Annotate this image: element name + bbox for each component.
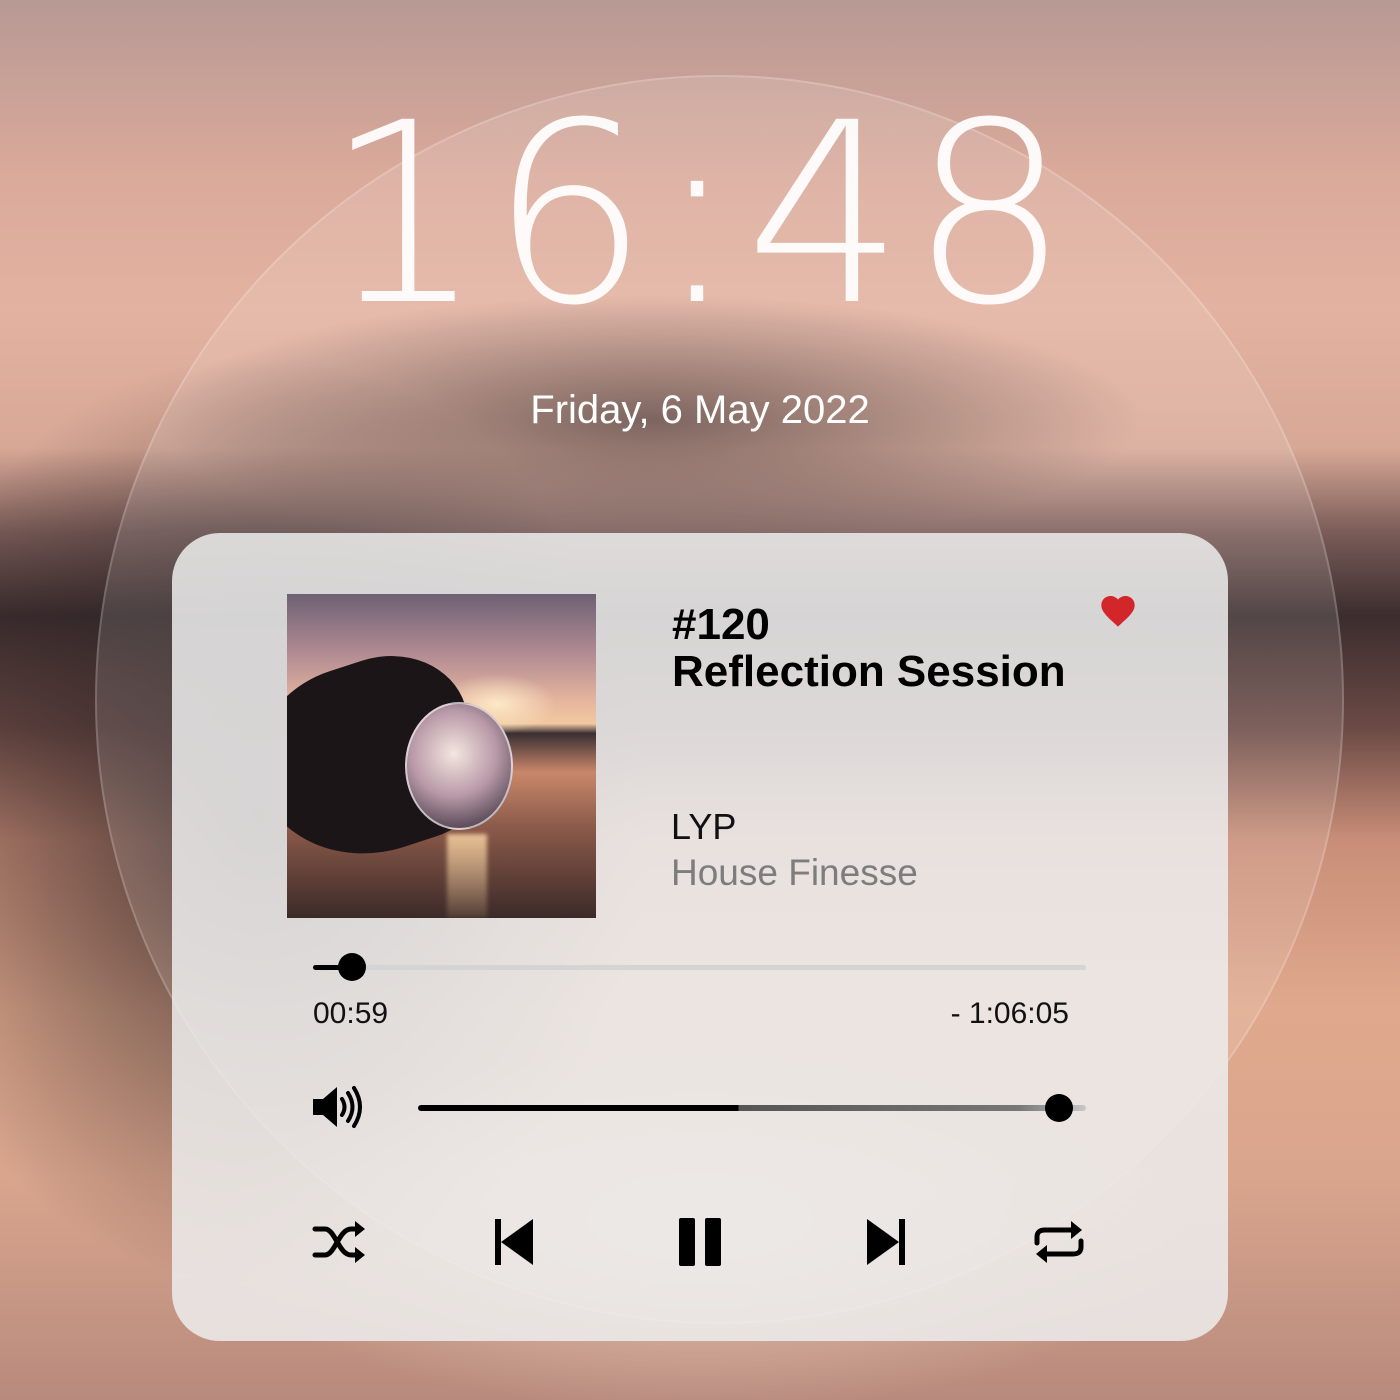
artist-name: LYP [671,806,737,847]
volume-speaker-icon[interactable] [311,1084,363,1130]
next-icon [867,1219,905,1265]
next-button[interactable] [850,1212,920,1272]
favorite-heart-icon[interactable] [1098,591,1138,631]
pause-icon [679,1218,721,1266]
track-title-block: #120 Reflection Session [672,601,1066,695]
previous-icon [495,1219,533,1265]
volume-slider[interactable] [418,1094,1086,1122]
lockscreen-clock: 16:48 [324,69,1076,360]
shuffle-button[interactable] [305,1212,375,1272]
repeat-icon [1034,1221,1084,1263]
album-name: House Finesse [671,852,918,893]
playback-progress-bar[interactable] [313,953,1086,981]
track-title: Reflection Session [672,647,1066,696]
previous-button[interactable] [480,1212,550,1272]
shuffle-icon [312,1221,365,1263]
media-player-card: #120 Reflection Session LYP House Finess… [172,533,1228,1341]
remaining-time: - 1:06:05 [950,997,1069,1030]
artwork-crystal-ball [405,702,513,830]
episode-number: #120 [672,600,770,649]
elapsed-time: 00:59 [313,997,389,1030]
lockscreen-date: Friday, 6 May 2022 [530,388,870,432]
artwork-water-reflection [447,834,487,918]
volume-slider-knob[interactable] [1045,1094,1074,1122]
album-artwork[interactable] [287,594,596,918]
pause-button[interactable] [665,1212,735,1272]
repeat-button[interactable] [1024,1212,1094,1272]
playback-progress-knob[interactable] [337,953,366,981]
